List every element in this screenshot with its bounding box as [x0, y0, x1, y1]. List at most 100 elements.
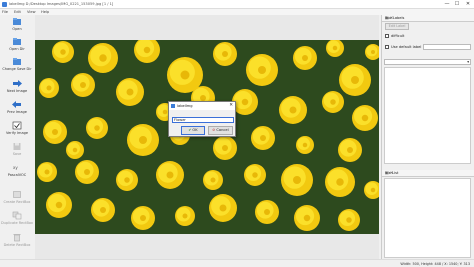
next-image-label: Next Image [6, 89, 28, 93]
file-list-header: File List ▣ ✕ [382, 170, 474, 177]
dialog-app-icon [171, 104, 175, 108]
difficult-label: difficult [391, 34, 405, 38]
create-rectbox-button[interactable]: Create RectBox [0, 190, 34, 208]
label-list[interactable] [384, 67, 471, 164]
next-image-button[interactable]: Next Image [0, 79, 34, 97]
status-bar: Width: 500, Height: 448 / X: 1540; Y: 31… [0, 259, 474, 267]
marigold-photo [37, 40, 379, 231]
arrow-left-icon [12, 101, 21, 108]
marigold-flower [175, 206, 195, 226]
duplicate-icon [12, 211, 22, 220]
marigold-flower [244, 164, 266, 186]
save-label: Save [12, 152, 22, 156]
menu-edit[interactable]: Edit [14, 10, 21, 14]
marigold-flower [71, 73, 95, 97]
marigold-flower [52, 41, 74, 63]
marigold-flower [39, 78, 59, 98]
marigold-flower [326, 40, 344, 57]
marigold-flower [75, 160, 99, 184]
cancel-label: Cancel [216, 128, 229, 132]
marigold-flower [88, 43, 118, 73]
cancel-button[interactable]: ⊘Cancel [208, 126, 233, 135]
marigold-flower [296, 136, 314, 154]
marigold-flower [365, 44, 379, 60]
minimize-button[interactable]: — [443, 1, 451, 7]
marigold-flower [209, 194, 237, 222]
marigold-flower [281, 164, 313, 196]
open-dir-label: Open Dir [9, 47, 25, 51]
ok-button[interactable]: ✔OK [181, 126, 205, 135]
prev-image-button[interactable]: Prev Image [0, 100, 34, 118]
app-icon [2, 2, 7, 7]
duplicate-rectbox-button[interactable]: Duplicate RectBox [0, 211, 34, 229]
marigold-flower [127, 124, 159, 156]
change-save-dir-button[interactable]: Change Save Dir [0, 57, 34, 75]
left-toolbar: Open Open Dir Change Save Dir Next Image… [0, 15, 34, 259]
marigold-flower [293, 46, 317, 70]
box-labels-header: Box Labels ▣ ✕ [382, 15, 474, 22]
close-button[interactable]: ✕ [464, 1, 472, 7]
dialog-title-bar: labelImg ✕ [169, 102, 235, 110]
window-title: labelImg D:/Desktop Images/IMG_0221_1530… [9, 2, 114, 6]
save-dir-icon [13, 58, 21, 65]
marigold-flower [66, 141, 84, 159]
marigold-flower [364, 181, 379, 199]
verify-icon [12, 121, 22, 130]
prev-image-label: Prev Image [7, 110, 27, 114]
marigold-flower [134, 40, 160, 63]
marigold-flower [213, 136, 237, 160]
delete-rectbox-label: Delete RectBox [3, 243, 31, 247]
label-dialog: labelImg ✕ Flower ✔OK ⊘Cancel [168, 101, 236, 137]
open-dir-button[interactable]: Open Dir [0, 37, 34, 55]
label-input[interactable]: Flower [172, 117, 234, 123]
marigold-flower [91, 198, 115, 222]
use-default-label-text: Use default label [391, 45, 422, 49]
ok-label: OK [192, 128, 198, 132]
marigold-flower [246, 54, 278, 86]
file-list[interactable] [384, 178, 471, 258]
folder-dir-icon [13, 38, 21, 45]
marigold-flower [339, 64, 371, 96]
menu-file[interactable]: File [2, 10, 8, 14]
check-icon: ✔ [188, 128, 192, 132]
dialog-title: labelImg [177, 104, 193, 108]
edit-label-button[interactable]: Edit Label [385, 23, 409, 30]
open-button[interactable]: Open [0, 17, 34, 35]
svg-text:xy: xy [13, 165, 18, 170]
marigold-flower [279, 96, 307, 124]
open-label: Open [12, 27, 22, 31]
status-text: Width: 500, Height: 448 / X: 1540; Y: 31… [400, 262, 470, 266]
create-rectbox-label: Create RectBox [3, 200, 31, 204]
menu-view[interactable]: View [27, 10, 36, 14]
format-icon: xy [13, 165, 18, 170]
verify-image-button[interactable]: Verify Image [0, 121, 34, 139]
dialog-close-button[interactable]: ✕ [229, 103, 233, 108]
difficult-checkbox[interactable] [385, 34, 389, 38]
save-button[interactable]: Save [0, 142, 34, 160]
maximize-button[interactable]: ☐ [453, 1, 461, 7]
marigold-flower [325, 167, 355, 197]
file-list-dock-controls[interactable]: ▣ ✕ [385, 170, 472, 175]
marigold-flower [338, 138, 362, 162]
box-labels-dock-controls[interactable]: ▣ ✕ [385, 15, 472, 20]
delete-icon [13, 234, 21, 242]
marigold-flower [156, 161, 184, 189]
default-label-input[interactable] [423, 44, 471, 50]
pascal-voc-label: PascalVOC [7, 173, 27, 177]
marigold-flower [116, 78, 144, 106]
marigold-flower [213, 42, 237, 66]
image-canvas[interactable] [35, 40, 379, 234]
cancel-icon: ⊘ [212, 128, 216, 132]
canvas-margin-bottom [35, 234, 379, 259]
menu-help[interactable]: Help [41, 10, 49, 14]
marigold-flower [203, 170, 223, 190]
delete-rectbox-button[interactable]: Delete RectBox [0, 233, 34, 251]
marigold-flower [43, 120, 67, 144]
label-filter-combo[interactable]: ▾ [384, 59, 471, 65]
change-save-dir-label: Change Save Dir [2, 67, 32, 71]
marigold-flower [338, 209, 360, 231]
use-default-label-checkbox[interactable] [385, 45, 389, 49]
pascal-voc-button[interactable]: xy PascalVOC [0, 163, 34, 181]
chevron-down-icon: ▾ [467, 60, 469, 64]
marigold-flower [251, 126, 275, 150]
